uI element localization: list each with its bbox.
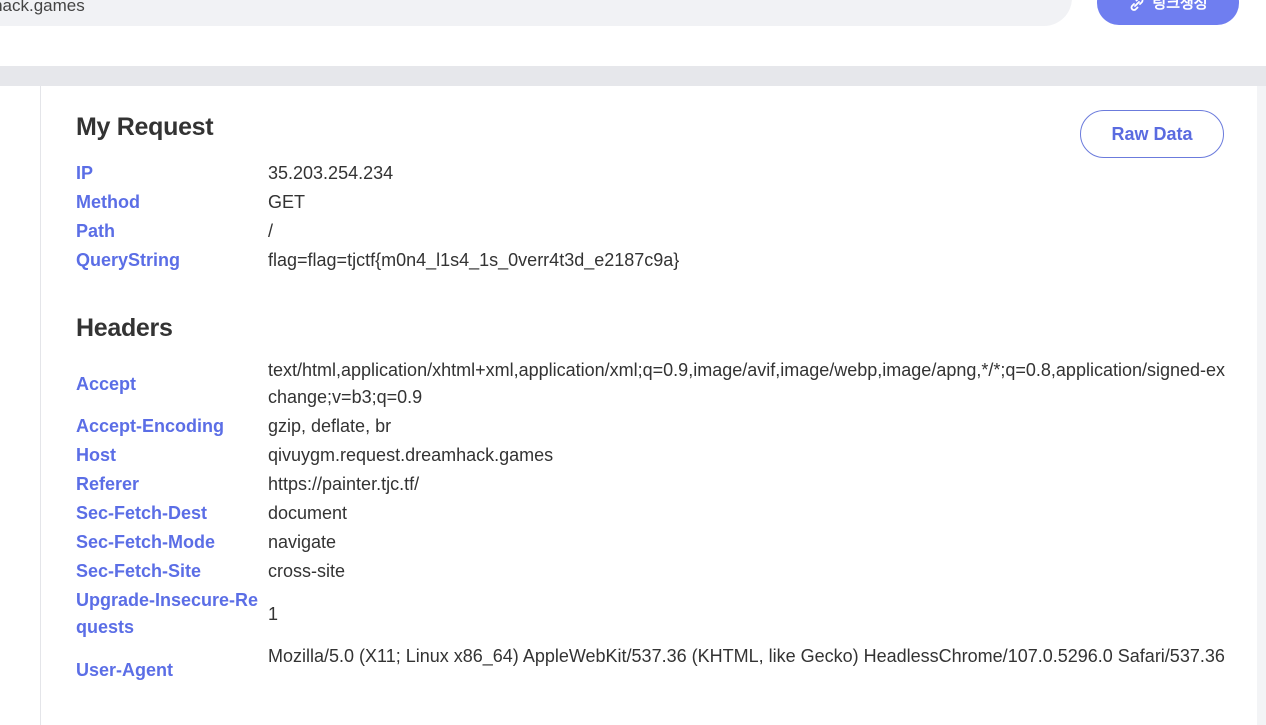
accept-value: text/html,application/xhtml+xml,applicat… bbox=[268, 360, 1226, 407]
path-key: Path bbox=[76, 221, 116, 241]
top-bar: eamhack.games 링크생성 bbox=[0, 0, 1266, 66]
my-request-title: My Request bbox=[76, 113, 214, 141]
sec-fetch-mode-value: navigate bbox=[268, 532, 337, 552]
accept-key: Accept bbox=[76, 374, 137, 394]
user-agent-value: Mozilla/5.0 (X11; Linux x86_64) AppleWeb… bbox=[268, 646, 1225, 666]
sec-fetch-dest-key: Sec-Fetch-Dest bbox=[76, 503, 208, 523]
upgrade-insecure-requests-value: 1 bbox=[268, 604, 279, 624]
querystring-value: flag=flag=tjctf{m0n4_l1s4_1s_0verr4t3d_e… bbox=[268, 250, 680, 270]
method-key: Method bbox=[76, 192, 140, 212]
referer-value: https://painter.tjc.tf/ bbox=[268, 474, 420, 494]
headers-title: Headers bbox=[76, 314, 173, 342]
ip-key: IP bbox=[76, 163, 94, 183]
sec-fetch-site-key: Sec-Fetch-Site bbox=[76, 561, 202, 581]
method-value: GET bbox=[268, 192, 306, 212]
user-agent-key: User-Agent bbox=[76, 660, 174, 680]
accept-encoding-key: Accept-Encoding bbox=[76, 416, 225, 436]
url-input[interactable]: eamhack.games bbox=[0, 0, 1072, 26]
sec-fetch-site-value: cross-site bbox=[268, 561, 346, 581]
create-link-button[interactable]: 링크생성 bbox=[1097, 0, 1239, 25]
left-sidebar bbox=[0, 86, 41, 725]
querystring-key: QueryString bbox=[76, 250, 181, 270]
upgrade-insecure-requests-key: Upgrade-Insecure-Requests bbox=[76, 590, 259, 637]
path-value: / bbox=[268, 221, 274, 241]
right-scroll-area bbox=[1257, 86, 1266, 725]
ip-value: 35.203.254.234 bbox=[268, 163, 394, 183]
host-value: qivuygm.request.dreamhack.games bbox=[268, 445, 554, 465]
accept-encoding-value: gzip, deflate, br bbox=[268, 416, 392, 436]
section-divider bbox=[0, 66, 1266, 86]
host-key: Host bbox=[76, 445, 116, 465]
raw-data-button[interactable]: Raw Data bbox=[1080, 110, 1224, 158]
referer-key: Referer bbox=[76, 474, 140, 494]
create-link-label: 링크생성 bbox=[1152, 0, 1208, 12]
sec-fetch-dest-value: document bbox=[268, 503, 348, 523]
sec-fetch-mode-key: Sec-Fetch-Mode bbox=[76, 532, 216, 552]
url-text: eamhack.games bbox=[0, 0, 85, 15]
link-icon bbox=[1128, 0, 1146, 13]
